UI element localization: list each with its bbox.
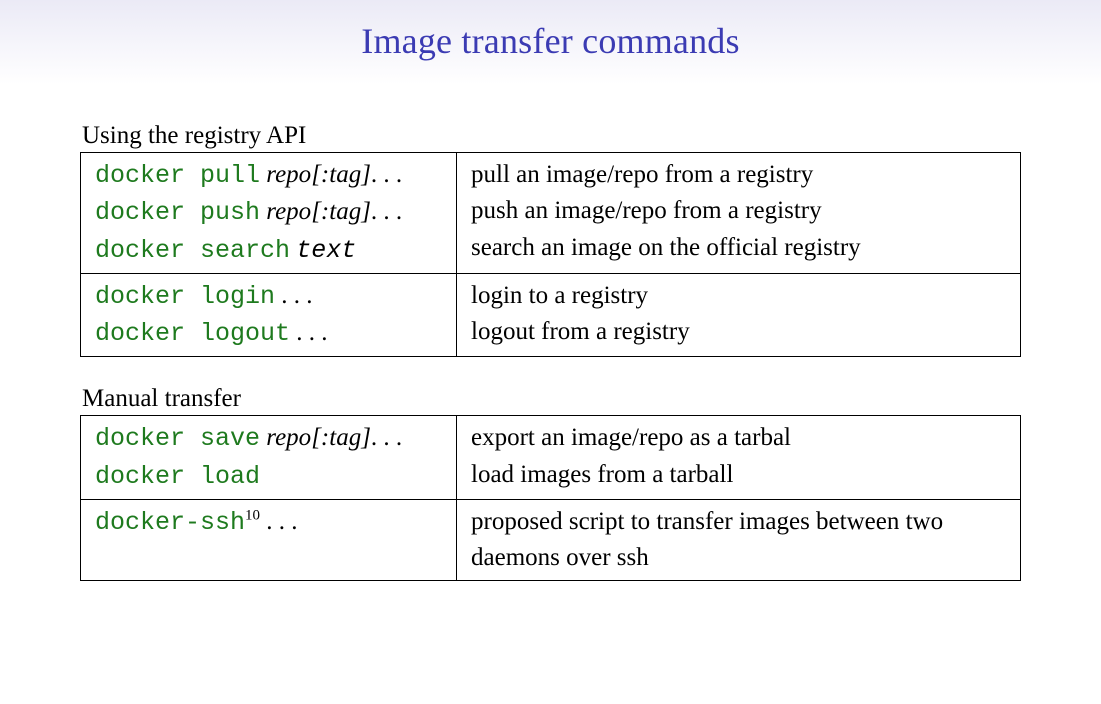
command-suffix: [:tag] bbox=[311, 198, 371, 225]
description-text: search an image on the official registry bbox=[471, 234, 861, 261]
command-name: docker push bbox=[95, 198, 260, 227]
command-arg: repo bbox=[266, 424, 311, 451]
description-cell: pull an image/repo from a registry push … bbox=[457, 153, 1021, 274]
slide-title: Image transfer commands bbox=[80, 20, 1021, 62]
command-arg: repo bbox=[266, 161, 311, 188]
command-name: docker save bbox=[95, 424, 260, 453]
command-dots: . . . bbox=[296, 319, 327, 346]
command-name: docker search bbox=[95, 236, 290, 265]
description-text: proposed script to transfer images betwe… bbox=[471, 508, 943, 571]
command-cell: docker pull repo[:tag]. . . docker push … bbox=[81, 153, 457, 274]
command-name: docker login bbox=[95, 282, 275, 311]
registry-api-table: docker pull repo[:tag]. . . docker push … bbox=[80, 152, 1021, 357]
description-text: pull an image/repo from a registry bbox=[471, 161, 813, 188]
command-cell: docker-ssh10 . . . bbox=[81, 499, 457, 581]
command-arg: text bbox=[296, 236, 356, 265]
command-suffix: [:tag] bbox=[311, 424, 371, 451]
description-cell: export an image/repo as a tarbal load im… bbox=[457, 416, 1021, 500]
command-dots: . . . bbox=[371, 161, 402, 188]
description-text: login to a registry bbox=[471, 282, 648, 309]
slide-root: Image transfer commands Using the regist… bbox=[0, 0, 1101, 704]
table-row: docker pull repo[:tag]. . . docker push … bbox=[81, 153, 1021, 274]
table-row: docker login . . . docker logout . . . l… bbox=[81, 273, 1021, 357]
section1-heading: Using the registry API bbox=[82, 122, 1021, 150]
command-cell: docker login . . . docker logout . . . bbox=[81, 273, 457, 357]
description-text: push an image/repo from a registry bbox=[471, 197, 822, 224]
table-row: docker-ssh10 . . . proposed script to tr… bbox=[81, 499, 1021, 581]
description-cell: login to a registry logout from a regist… bbox=[457, 273, 1021, 357]
command-dots: . . . bbox=[266, 508, 297, 535]
footnote-marker: 10 bbox=[245, 507, 260, 523]
command-name: docker pull bbox=[95, 161, 260, 190]
command-dots: . . . bbox=[371, 424, 402, 451]
command-arg: repo bbox=[266, 198, 311, 225]
description-cell: proposed script to transfer images betwe… bbox=[457, 499, 1021, 581]
command-name: docker-ssh bbox=[95, 508, 245, 537]
table-row: docker save repo[:tag]. . . docker load … bbox=[81, 416, 1021, 500]
command-name: docker logout bbox=[95, 319, 290, 348]
command-dots: . . . bbox=[371, 198, 402, 225]
description-text: load images from a tarball bbox=[471, 461, 733, 488]
command-suffix: [:tag] bbox=[311, 161, 371, 188]
description-text: logout from a registry bbox=[471, 318, 690, 345]
section2-heading: Manual transfer bbox=[82, 385, 1021, 413]
command-dots: . . . bbox=[281, 282, 312, 309]
description-text: export an image/repo as a tarbal bbox=[471, 424, 791, 451]
command-name: docker load bbox=[95, 462, 260, 491]
command-cell: docker save repo[:tag]. . . docker load bbox=[81, 416, 457, 500]
manual-transfer-table: docker save repo[:tag]. . . docker load … bbox=[80, 415, 1021, 581]
